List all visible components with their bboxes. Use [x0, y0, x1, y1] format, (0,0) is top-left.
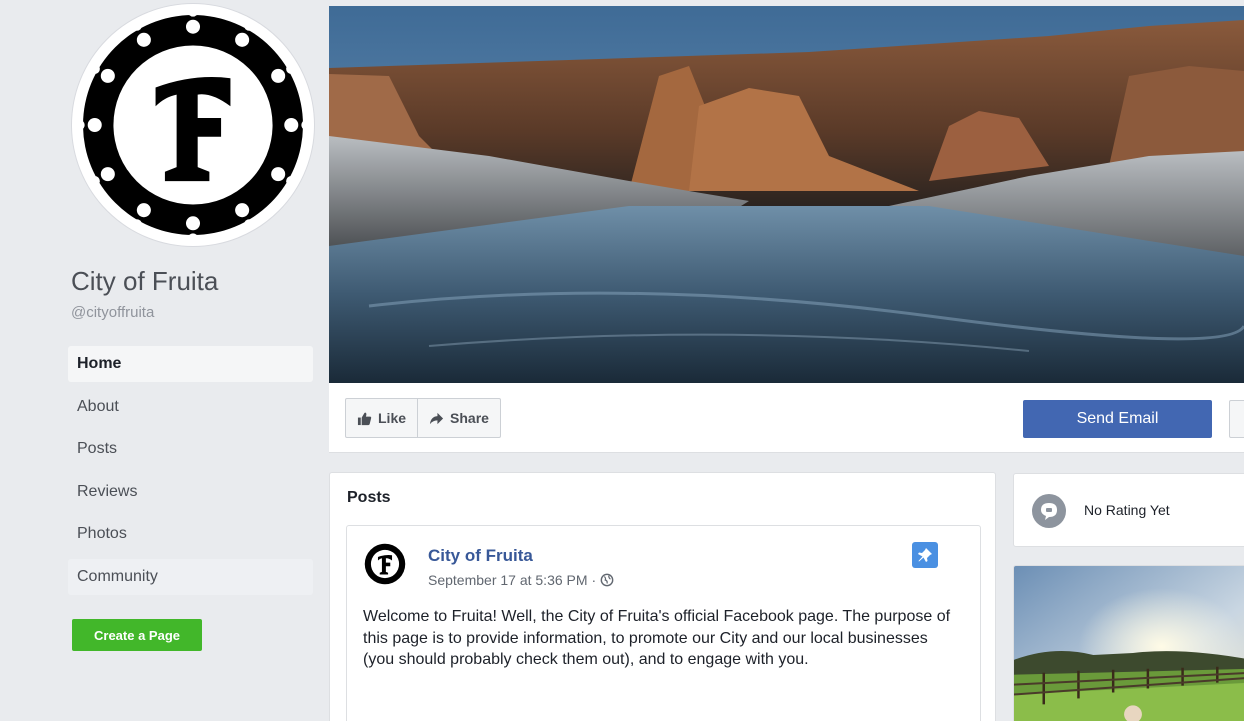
share-arrow-icon	[429, 412, 444, 424]
side-photo[interactable]	[1013, 565, 1244, 721]
nav-item-reviews[interactable]: Reviews	[68, 474, 313, 510]
page-handle[interactable]: @cityoffruita	[71, 304, 154, 321]
nav-item-about[interactable]: About	[68, 389, 313, 425]
posts-heading: Posts	[347, 489, 391, 506]
left-nav: Home About Posts Reviews Photos Communit…	[68, 346, 313, 601]
more-options-button[interactable]	[1229, 400, 1244, 438]
page-action-bar: Like Share Send Email	[329, 383, 1244, 453]
speech-bubble-icon	[1032, 494, 1066, 528]
like-button[interactable]: Like	[346, 399, 417, 437]
post-body: Welcome to Fruita! Well, the City of Fru…	[363, 608, 951, 668]
posts-card: Posts City of Fruita September 17 at 5:3…	[329, 472, 996, 721]
cover-photo-image	[329, 6, 1244, 383]
nav-item-home[interactable]: Home	[68, 346, 313, 382]
rating-card: No Rating Yet	[1013, 473, 1244, 547]
thumbs-up-icon	[357, 412, 372, 425]
cover-photo[interactable]	[329, 6, 1244, 383]
pinned-post: City of Fruita September 17 at 5:36 PM ·…	[346, 525, 981, 721]
pinned-post-badge[interactable]	[912, 542, 938, 568]
post-author-name[interactable]: City of Fruita	[428, 546, 533, 566]
send-email-button[interactable]: Send Email	[1023, 400, 1212, 438]
rating-status: No Rating Yet	[1084, 502, 1170, 518]
fruita-gear-logo	[76, 8, 310, 242]
side-photo-image	[1014, 566, 1244, 721]
meta-separator: ·	[591, 572, 597, 588]
like-label: Like	[378, 410, 407, 426]
create-page-button[interactable]: Create a Page	[72, 619, 202, 651]
nav-item-posts[interactable]: Posts	[68, 431, 313, 467]
globe-icon[interactable]	[600, 573, 614, 587]
page-name[interactable]: City of Fruita	[71, 266, 218, 297]
left-column: City of Fruita @cityoffruita Home About …	[0, 0, 328, 721]
post-timestamp[interactable]: September 17 at 5:36 PM	[428, 572, 588, 588]
post-meta: September 17 at 5:36 PM ·	[428, 572, 614, 588]
profile-picture[interactable]	[72, 4, 314, 246]
share-button[interactable]: Share	[417, 399, 500, 437]
nav-item-photos[interactable]: Photos	[68, 516, 313, 552]
share-label: Share	[450, 410, 489, 426]
fruita-gear-logo-small	[363, 542, 407, 586]
nav-item-community[interactable]: Community	[68, 558, 313, 595]
post-author-avatar[interactable]	[363, 542, 407, 586]
pin-icon	[918, 548, 932, 562]
like-share-group: Like Share	[345, 398, 501, 438]
